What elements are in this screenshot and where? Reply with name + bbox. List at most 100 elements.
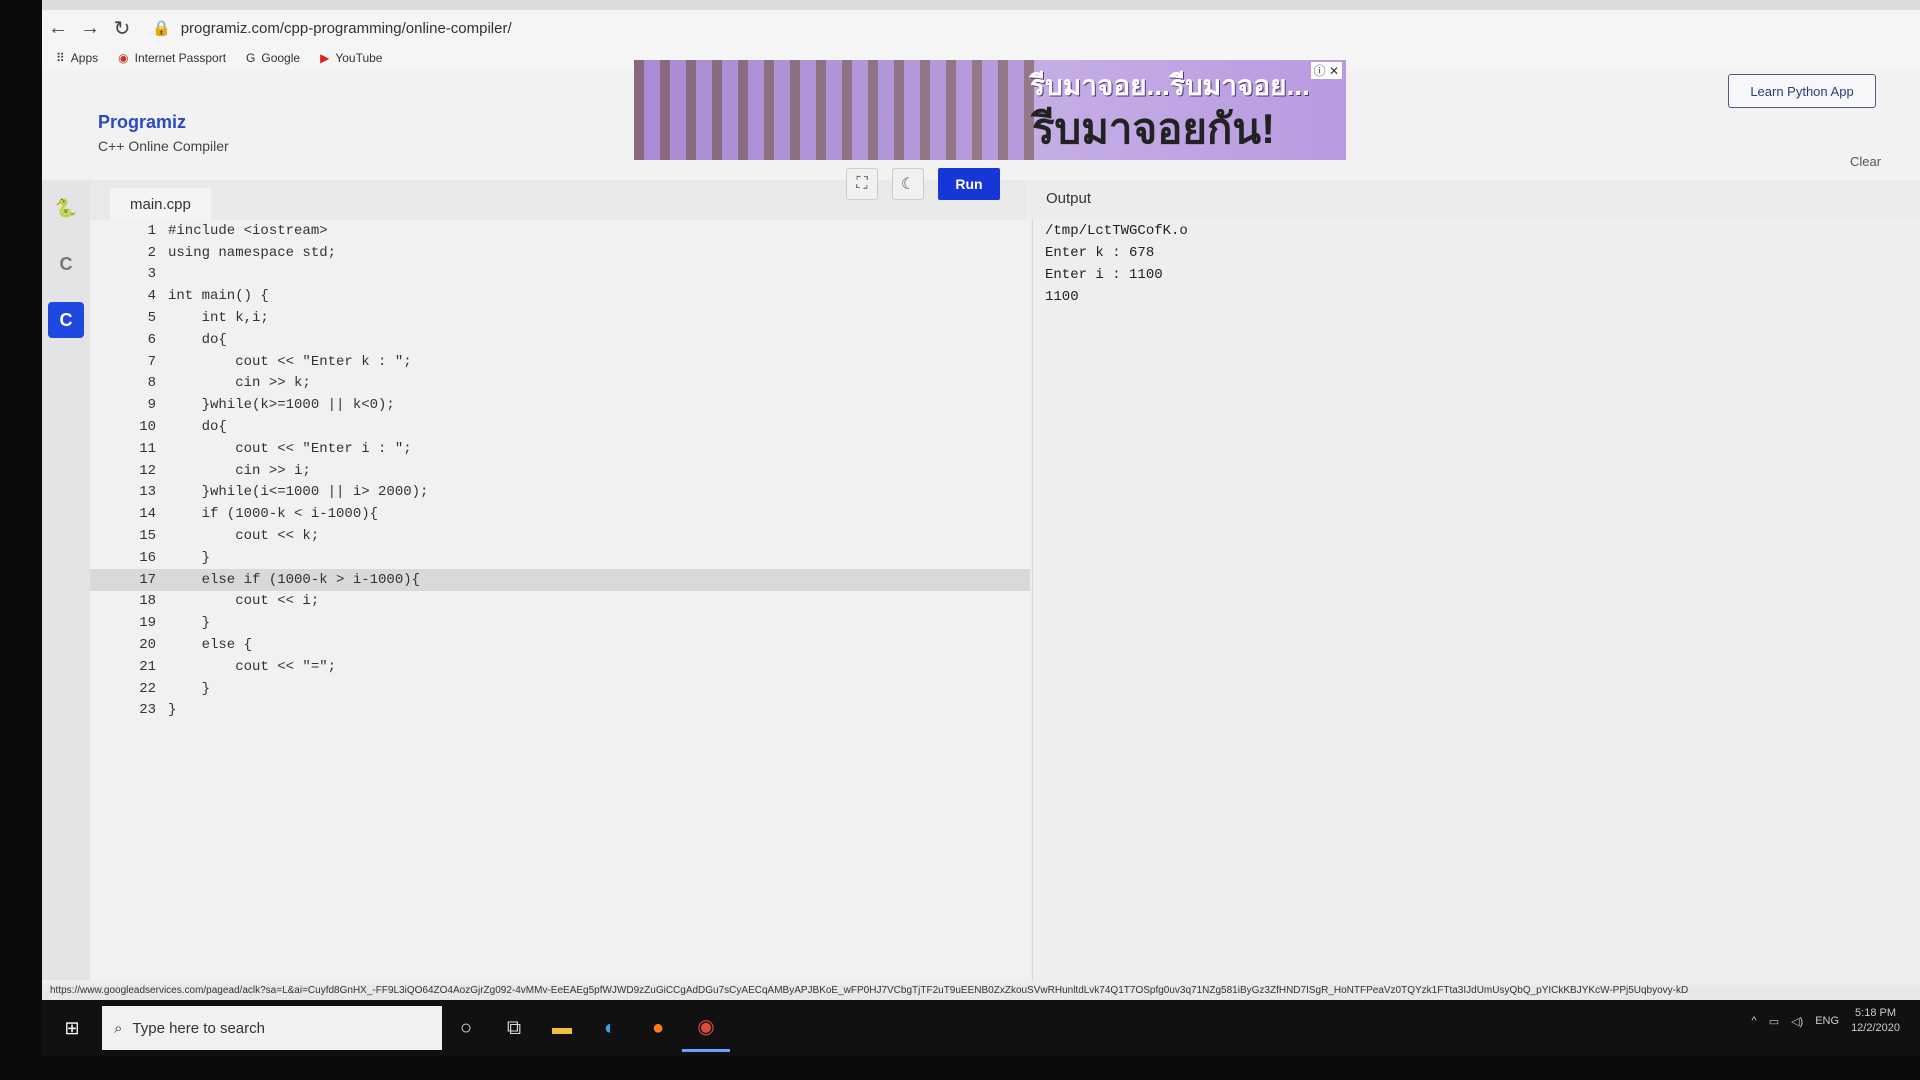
code-text: cout << "="; xyxy=(168,658,337,675)
code-line[interactable]: 16 } xyxy=(90,547,1030,569)
output-line: /tmp/LctTWGCofK.o xyxy=(1045,223,1188,239)
code-text: using namespace std; xyxy=(168,244,337,261)
code-line[interactable]: 15 cout << k; xyxy=(90,525,1030,547)
code-text: } xyxy=(168,549,211,566)
clock[interactable]: 5:18 PM 12/2/2020 xyxy=(1851,1006,1900,1036)
c-icon[interactable]: C xyxy=(48,246,84,282)
cpp-icon[interactable]: C xyxy=(48,302,84,338)
windows-start-icon[interactable]: ⊞ xyxy=(42,1000,102,1056)
code-text: int k,i; xyxy=(168,310,269,327)
code-text: cin >> i; xyxy=(168,462,311,479)
code-line[interactable]: 5 int k,i; xyxy=(90,307,1030,329)
taskbar-search-input[interactable]: ⌕ Type here to search xyxy=(102,1006,442,1050)
output-line: 1100 xyxy=(1045,289,1079,305)
apps-grid-icon: ⠿ xyxy=(56,51,65,65)
code-line[interactable]: 23} xyxy=(90,700,1030,722)
code-line[interactable]: 12 cin >> i; xyxy=(90,460,1030,482)
line-number: 22 xyxy=(139,680,156,697)
network-icon[interactable]: ▭ xyxy=(1769,1015,1779,1028)
language-indicator[interactable]: ENG xyxy=(1815,1015,1839,1027)
clear-output-button[interactable]: Clear xyxy=(1850,154,1881,169)
advertisement-banner[interactable]: รีบมาจอย...รีบมาจอย... รีบมาจอยกัน! ⓘ ✕ xyxy=(634,60,1346,160)
code-line[interactable]: 13 }while(i<=1000 || i> 2000); xyxy=(90,482,1030,504)
tray-chevron-icon[interactable]: ^ xyxy=(1752,1015,1757,1027)
dark-mode-icon[interactable]: ☾ xyxy=(892,168,924,200)
firefox-icon[interactable]: ● xyxy=(634,1004,682,1052)
line-number: 4 xyxy=(147,288,156,305)
code-text: cout << i; xyxy=(168,593,320,610)
code-line[interactable]: 9 }while(k>=1000 || k<0); xyxy=(90,394,1030,416)
code-text: }while(i<=1000 || i> 2000); xyxy=(168,484,429,501)
language-sidebar: 🐍 C C xyxy=(42,180,90,980)
code-line[interactable]: 11 cout << "Enter i : "; xyxy=(90,438,1030,460)
address-bar[interactable]: 🔒 programiz.com/cpp-programming/online-c… xyxy=(152,19,512,38)
bookmark-youtube[interactable]: ▶ YouTube xyxy=(320,51,382,65)
line-number: 14 xyxy=(139,506,156,523)
bookmark-internet-passport[interactable]: ◉ Internet Passport xyxy=(118,51,226,65)
line-number: 3 xyxy=(147,266,156,283)
line-number: 15 xyxy=(139,528,156,545)
bookmark-google[interactable]: G Google xyxy=(246,51,300,65)
forward-icon[interactable]: → xyxy=(74,12,106,44)
python-icon[interactable]: 🐍 xyxy=(48,190,84,226)
chrome-icon[interactable]: ◉ xyxy=(682,1004,730,1052)
url-text: programiz.com/cpp-programming/online-com… xyxy=(180,19,512,37)
code-text: if (1000-k < i-1000){ xyxy=(168,506,379,523)
code-line[interactable]: 1 #include <iostream> xyxy=(90,220,1030,242)
ad-close-icon[interactable]: ⓘ ✕ xyxy=(1310,62,1342,79)
code-line[interactable]: 19 } xyxy=(90,612,1030,634)
code-line[interactable]: 7 cout << "Enter k : "; xyxy=(90,351,1030,373)
lock-icon: 🔒 xyxy=(152,20,171,37)
code-text: else { xyxy=(168,637,253,654)
google-icon: G xyxy=(246,51,256,65)
learn-python-app-button[interactable]: Learn Python App xyxy=(1728,74,1876,108)
code-line[interactable]: 2 using namespace std; xyxy=(90,242,1030,264)
fullscreen-icon[interactable]: ⛶ xyxy=(846,168,878,200)
file-explorer-icon[interactable]: ▬ xyxy=(538,1004,586,1052)
code-line[interactable]: 14 if (1000-k < i-1000){ xyxy=(90,503,1030,525)
code-text: cout << k; xyxy=(168,528,320,545)
code-line[interactable]: 8 cin >> k; xyxy=(90,373,1030,395)
output-header: Output xyxy=(1032,180,1920,220)
code-text: cin >> k; xyxy=(168,375,311,392)
line-number: 11 xyxy=(139,440,156,457)
code-editor[interactable]: 1 #include <iostream> 2 using namespace std… xyxy=(90,220,1030,980)
line-number: 6 xyxy=(147,331,156,348)
line-number: 10 xyxy=(139,419,156,436)
code-text: do{ xyxy=(168,331,227,348)
code-text: } xyxy=(168,680,211,697)
code-line[interactable]: 21 cout << "="; xyxy=(90,656,1030,678)
status-bar-url: https://www.googleadservices.com/pagead/… xyxy=(42,985,1920,1000)
cortana-icon[interactable]: ○ xyxy=(442,1004,490,1052)
line-number: 2 xyxy=(147,244,156,261)
clock-date: 12/2/2020 xyxy=(1851,1022,1900,1034)
output-console[interactable]: /tmp/LctTWGCofK.o Enter k : 678 Enter i : … xyxy=(1032,220,1920,980)
reload-icon[interactable]: ↻ xyxy=(106,12,138,44)
edge-icon[interactable]: ◐ xyxy=(586,1004,634,1052)
file-tab[interactable]: main.cpp xyxy=(110,188,211,220)
code-line[interactable]: 4 int main() { xyxy=(90,285,1030,307)
code-text: else if (1000-k > i-1000){ xyxy=(168,571,421,588)
code-line[interactable]: 20 else { xyxy=(90,634,1030,656)
task-view-icon[interactable]: ⧉ xyxy=(490,1004,538,1052)
run-button[interactable]: Run xyxy=(938,168,1000,200)
youtube-icon: ▶ xyxy=(320,51,330,65)
passport-icon: ◉ xyxy=(118,51,129,65)
back-icon[interactable]: ← xyxy=(42,12,74,44)
code-line[interactable]: 10 do{ xyxy=(90,416,1030,438)
code-line[interactable]: 22 } xyxy=(90,678,1030,700)
line-number: 17 xyxy=(139,571,156,588)
app-header: Programiz C++ Online Compiler รีบมาจอย..… xyxy=(42,60,1920,180)
code-line[interactable]: 6 do{ xyxy=(90,329,1030,351)
clock-time: 5:18 PM xyxy=(1855,1007,1897,1019)
programiz-logo[interactable]: Programiz xyxy=(98,112,186,133)
line-number: 13 xyxy=(139,484,156,501)
volume-icon[interactable]: ◁) xyxy=(1791,1015,1803,1028)
code-line[interactable]: 17 else if (1000-k > i-1000){ xyxy=(90,568,1030,591)
code-line[interactable]: 18 cout << i; xyxy=(90,591,1030,613)
bookmark-apps[interactable]: ⠿ Apps xyxy=(56,51,98,65)
code-text: } xyxy=(168,615,211,632)
line-number: 21 xyxy=(139,658,156,675)
line-number: 18 xyxy=(139,593,156,610)
code-line[interactable]: 3 xyxy=(90,264,1030,286)
